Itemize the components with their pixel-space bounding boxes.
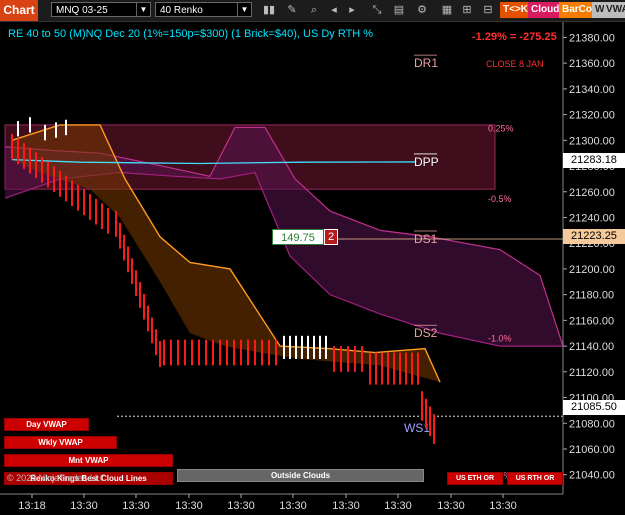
instrument-selector[interactable]: MNQ 03-25 ▼ [51, 2, 151, 17]
current-price-tag: 21085.50 [563, 400, 625, 415]
bar-type-value: 40 Renko [160, 5, 203, 16]
y-tick-label: 21180.00 [569, 290, 614, 302]
y-tick-label: 21060.00 [569, 444, 615, 456]
x-tick-label: 13:30 [437, 500, 465, 512]
dpp-price-tag: 21283.18 [563, 153, 625, 168]
y-tick-label: 21340.00 [569, 84, 615, 96]
y-tick-label: 21140.00 [569, 341, 614, 353]
copyright-text: © 2025 NinjaTrader, LLC [7, 473, 107, 483]
right-arrow-icon[interactable]: ▸ [345, 3, 359, 17]
strategy-icon[interactable]: ⚙ [415, 3, 429, 17]
chart-menu-button[interactable]: Chart [0, 0, 38, 21]
level-label: DPP [414, 155, 439, 169]
chevron-down-icon: ▼ [136, 3, 150, 16]
change-readout: -1.29% = -275.25 [472, 31, 557, 43]
close-note: CLOSE 8 JAN [486, 59, 544, 69]
wkly-vwap-button[interactable]: Wkly VWAP [4, 436, 117, 449]
x-tick-label: 13:30 [384, 500, 412, 512]
draw-pencil-icon[interactable]: ✎ [285, 3, 299, 17]
level-label: DR1 [414, 56, 438, 70]
y-tick-label: 21080.00 [569, 418, 615, 430]
y-tick-label: 21160.00 [569, 315, 614, 327]
bar-type-selector[interactable]: 40 Renko ▼ [155, 2, 252, 17]
ds1-price-tag: 21223.25 [563, 229, 625, 244]
indicators-icon[interactable]: ⊞ [460, 3, 474, 17]
level-label: -1.0% [488, 334, 512, 344]
zoom-icon[interactable]: ⌕ [307, 3, 321, 17]
toolbar: Chart MNQ 03-25 ▼ 40 Renko ▼ ▮▮ ✎ ⌕ ◂ ▸ … [0, 0, 625, 22]
x-tick-label: 13:30 [227, 500, 255, 512]
order-quantity-badge[interactable]: 2 [324, 229, 338, 245]
instrument-value: MNQ 03-25 [56, 5, 108, 16]
x-tick-label: 13:30 [332, 500, 360, 512]
mnt-vwap-button[interactable]: Mnt VWAP [4, 454, 173, 467]
vwap-toggle-button[interactable]: VWAP [604, 2, 625, 18]
level-label: DS2 [414, 326, 438, 340]
level-label: 0.25% [488, 123, 514, 133]
x-tick-label: 13:30 [279, 500, 307, 512]
y-tick-label: 21300.00 [569, 135, 615, 147]
y-tick-label: 21040.00 [569, 470, 615, 482]
x-tick-label: 13:30 [489, 500, 517, 512]
order-price-label[interactable]: 149.75 [272, 229, 324, 245]
data-box-icon[interactable]: ▤ [392, 3, 406, 17]
x-tick-label: 13:30 [175, 500, 203, 512]
y-tick-label: 21240.00 [569, 212, 615, 224]
y-tick-label: 21320.00 [569, 110, 615, 122]
day-vwap-button[interactable]: Day VWAP [4, 418, 89, 431]
chevron-down-icon: ▼ [237, 3, 251, 16]
x-tick-label: 13:30 [70, 500, 98, 512]
y-tick-label: 21120.00 [569, 367, 614, 379]
draw-tool-icon[interactable]: ⤡ [370, 3, 384, 17]
outside-clouds-button[interactable]: Outside Clouds [177, 469, 424, 482]
x-tick-label: 13:18 [18, 500, 46, 512]
left-arrow-icon[interactable]: ◂ [327, 3, 341, 17]
y-tick-label: 21200.00 [569, 264, 615, 276]
us-rth-or-button[interactable]: US RTH OR [507, 472, 563, 485]
y-tick-label: 21380.00 [569, 32, 615, 44]
level-label: -0.5% [488, 194, 512, 204]
cloud-toggle-button[interactable]: Cloud [528, 2, 563, 18]
chart-description: RE 40 to 50 (M)NQ Dec 20 (1%=150p=$300) … [8, 28, 374, 40]
level-label: DS1 [414, 232, 438, 246]
y-tick-label: 21260.00 [569, 187, 615, 199]
y-tick-label: 21360.00 [569, 58, 615, 70]
chart-panel[interactable]: DR10.25%DPP-0.5%DS1DS2-1.0%WS1-1.5% 2104… [0, 22, 625, 515]
x-tick-label: 13:30 [122, 500, 150, 512]
us-eth-or-button[interactable]: US ETH OR [447, 472, 503, 485]
templates-icon[interactable]: ⊟ [481, 3, 495, 17]
chart-trader-icon[interactable]: ▦ [440, 3, 454, 17]
bars-icon[interactable]: ▮▮ [262, 3, 276, 17]
tk-toggle-button[interactable]: T<>K [500, 2, 532, 18]
